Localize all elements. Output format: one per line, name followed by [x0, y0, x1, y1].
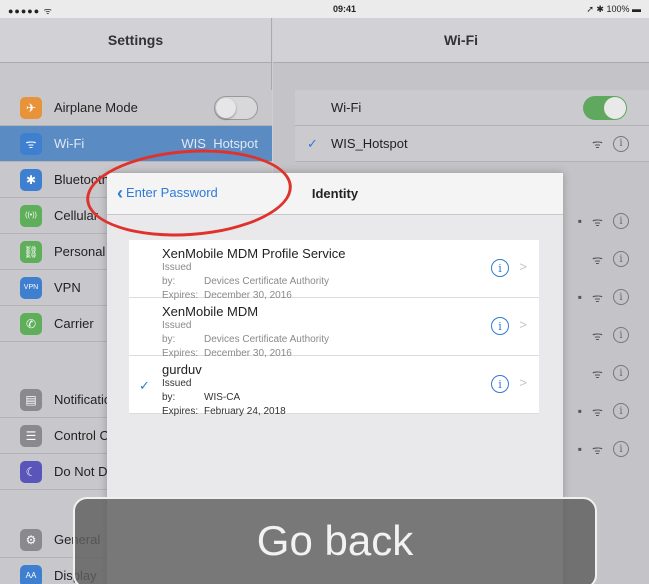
airplane-icon: ✈ — [20, 96, 42, 119]
lock-icon: ▪ — [577, 214, 583, 228]
certificate-row[interactable]: XenMobile MDM Issued by: Devices Certific… — [129, 298, 539, 359]
display-icon: AA — [20, 564, 42, 584]
sidebar-item-airplane-mode[interactable]: ✈ Airplane Mode — [0, 90, 272, 126]
info-icon[interactable]: i — [613, 403, 629, 419]
lock-icon: ▪ — [577, 290, 583, 304]
sidebar-item-label: VPN — [54, 280, 81, 295]
info-icon[interactable]: i — [613, 289, 629, 305]
vpn-icon: VPN — [20, 276, 42, 299]
info-icon[interactable]: i — [613, 441, 629, 457]
sidebar-item-label: Wi-Fi — [54, 136, 85, 151]
info-icon[interactable]: i — [613, 213, 629, 229]
bluetooth-icon: ✱ — [20, 168, 42, 191]
issued-by-key: Issued by: — [162, 378, 192, 403]
wifi-signal-icon: ᯤ — [592, 290, 603, 305]
clock: 09:41 — [332, 4, 357, 14]
wifi-signal-icon: ᯤ — [592, 214, 603, 229]
chevron-right-icon: > — [519, 259, 527, 274]
wifi-toggle-row: Wi-Fi — [295, 90, 649, 126]
wifi-signal-icon: ᯤ — [592, 328, 603, 343]
current-network-name: WIS_Hotspot — [331, 136, 408, 151]
issued-by-key: Issued by: — [162, 320, 192, 345]
wifi-toggle[interactable] — [583, 95, 627, 120]
wifi-toggle-label: Wi-Fi — [331, 100, 362, 115]
moon-icon: ☾ — [20, 460, 42, 483]
info-icon[interactable]: i — [613, 251, 629, 267]
network-glyphs: ᯤ i — [592, 135, 629, 152]
certificate-row[interactable]: XenMobile MDM Profile Service Issued by:… — [129, 240, 539, 301]
certificate-expiry: February 24, 2018 — [204, 406, 286, 417]
wifi-signal-icon: ᯤ — [592, 404, 603, 419]
info-icon[interactable]: i — [613, 135, 629, 152]
sidebar-title: Settings — [0, 18, 271, 63]
lock-icon: ▪ — [577, 442, 583, 456]
wifi-signal-icon: ᯤ — [592, 442, 603, 457]
control-center-icon: ☰ — [20, 424, 42, 447]
certificate-issuer: WIS-CA — [204, 392, 241, 403]
certificate-issuer: Devices Certificate Authority — [204, 276, 330, 287]
wifi-signal-icon: ᯤ — [592, 366, 603, 381]
phone-icon: ✆ — [20, 312, 42, 335]
certificate-row-selected[interactable]: ✓ gurduv Issued by: WIS-CA Expires: Februa… — [129, 356, 539, 417]
info-icon[interactable]: i — [613, 327, 629, 343]
info-icon[interactable]: i — [613, 365, 629, 381]
hotspot-icon: ⛓ — [20, 240, 42, 263]
status-bar: ●●●●● ᯤ 09:41 ➚ ✱ 100% ▬ — [0, 0, 649, 18]
go-back-text: Go back — [256, 517, 414, 564]
sidebar-item-label: Airplane Mode — [54, 100, 138, 115]
chevron-right-icon: > — [519, 375, 527, 390]
wifi-title: Wi-Fi — [273, 18, 649, 63]
wifi-signal-icon: ᯤ — [592, 252, 603, 267]
sidebar-item-label: Carrier — [54, 316, 94, 331]
certificate-list: XenMobile MDM Profile Service Issued by:… — [129, 240, 539, 417]
chevron-right-icon: > — [519, 317, 527, 332]
expires-key: Expires: — [162, 406, 199, 417]
wifi-icon: ᯤ — [20, 132, 42, 155]
issued-by-key: Issued by: — [162, 262, 192, 287]
airplane-mode-toggle[interactable] — [214, 95, 258, 120]
go-back-caption: Go back — [73, 497, 597, 584]
certificate-name: XenMobile MDM Profile Service — [162, 246, 346, 261]
gear-icon: ⚙ — [20, 528, 42, 551]
cellular-icon: ((•)) — [20, 204, 42, 227]
info-icon[interactable]: i — [491, 259, 509, 277]
lock-icon: ▪ — [577, 404, 583, 418]
certificate-name: XenMobile MDM — [162, 304, 259, 319]
wifi-signal-icon: ᯤ — [592, 137, 603, 151]
info-icon[interactable]: i — [491, 375, 509, 393]
notifications-icon: ▤ — [20, 388, 42, 411]
checkmark-icon: ✓ — [139, 378, 150, 393]
battery-indicator: ➚ ✱ 100% ▬ — [586, 4, 641, 14]
certificate-issuer: Devices Certificate Authority — [204, 334, 330, 345]
checkmark-icon: ✓ — [307, 135, 318, 151]
info-icon[interactable]: i — [491, 317, 509, 335]
current-network-row[interactable]: ✓ WIS_Hotspot ᯤ i — [295, 126, 649, 162]
certificate-name: gurduv — [162, 362, 202, 377]
